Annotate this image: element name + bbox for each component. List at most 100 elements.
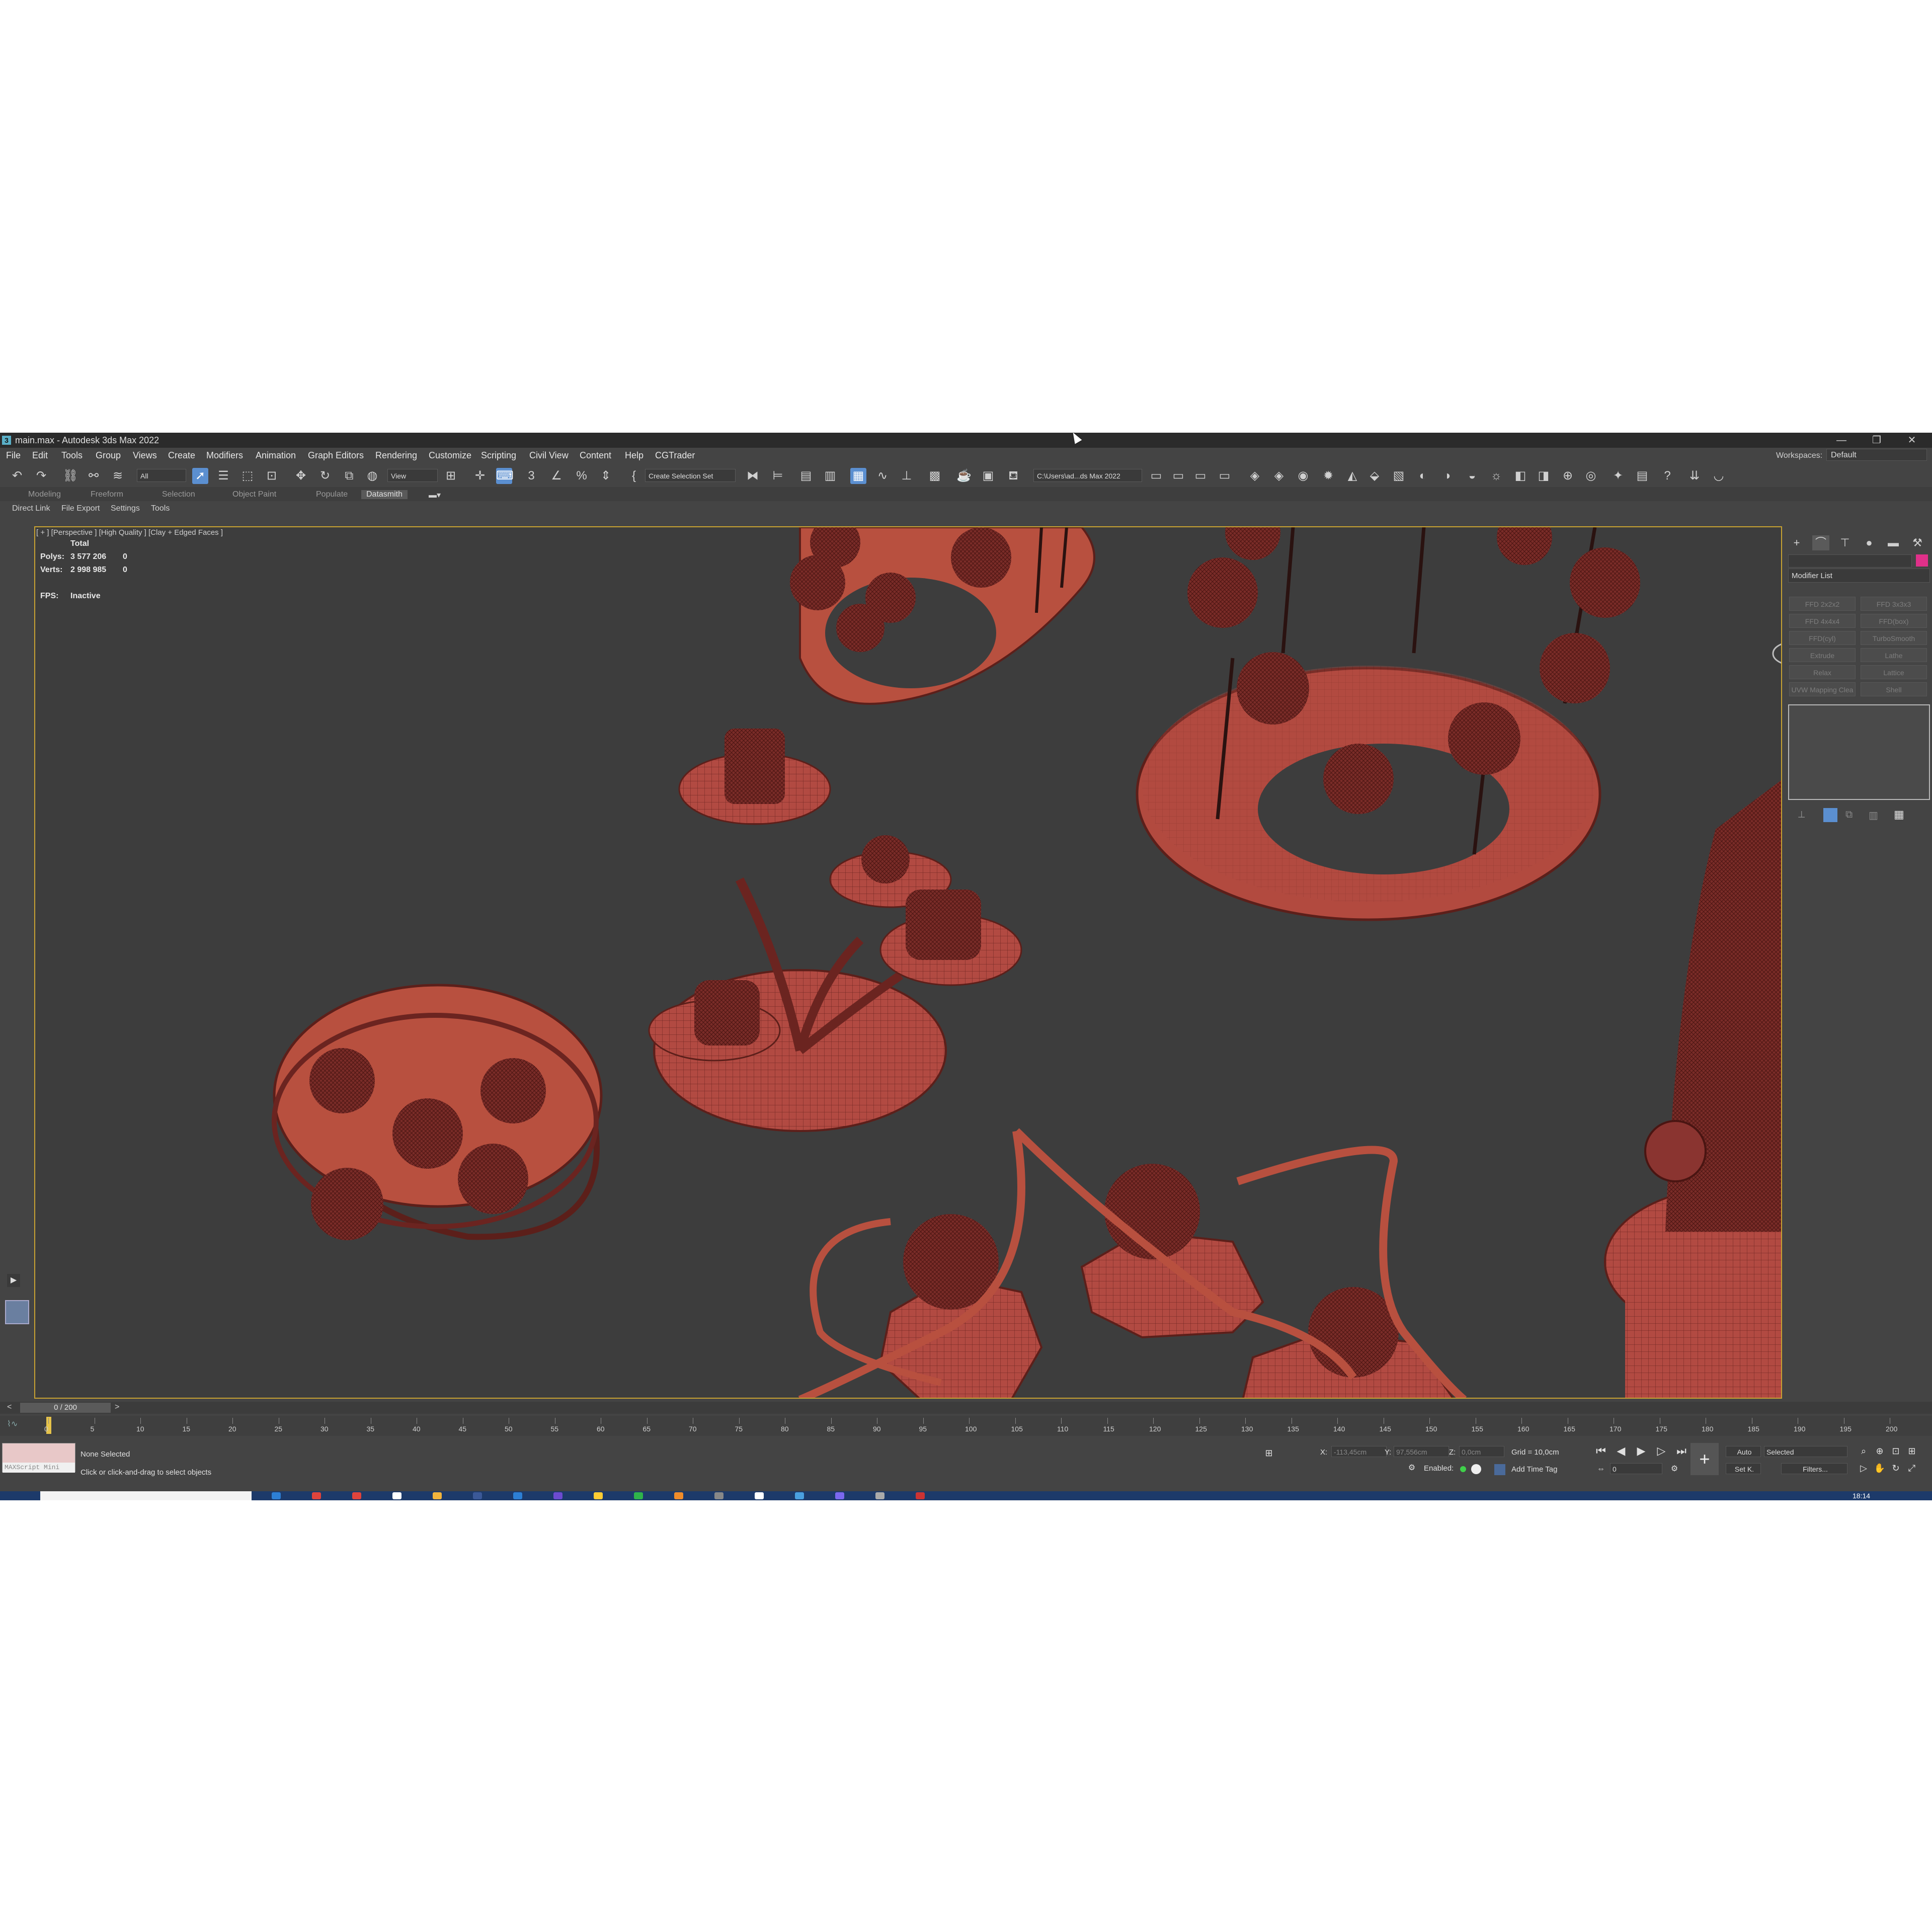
layer-explorer-icon[interactable]: ▥ — [822, 468, 838, 484]
plugin-tool-9-icon[interactable]: ◎ — [1583, 468, 1599, 484]
viewport-label[interactable]: [ + ] [Perspective ] [High Quality ] [Cl… — [36, 528, 223, 537]
time-slider-next-icon[interactable]: > — [115, 1403, 119, 1412]
expand-arrow-icon[interactable]: ▶ — [7, 1274, 20, 1287]
keyboard-shortcut-override-icon[interactable]: ⌨ — [496, 468, 514, 484]
play-icon[interactable]: ▶ — [1634, 1444, 1648, 1458]
menu-file[interactable]: File — [6, 450, 21, 461]
add-time-tag-label[interactable]: Add Time Tag — [1511, 1465, 1557, 1474]
ribbon-options-icon[interactable]: ▬▾ — [429, 490, 441, 500]
scene-explorer-icon[interactable]: ▤ — [798, 468, 814, 484]
taskbar-app-icon[interactable] — [714, 1492, 723, 1499]
key-mode-toggle-icon[interactable]: ⇔ — [1594, 1462, 1608, 1476]
taskbar-app-icon[interactable] — [473, 1492, 482, 1499]
plugin-tool-4-icon[interactable]: ◒ — [1464, 468, 1480, 484]
plugin-tool-3-icon[interactable]: ◑ — [1439, 468, 1455, 484]
menu-civil-view[interactable]: Civil View — [529, 450, 569, 461]
menu-animation[interactable]: Animation — [256, 450, 296, 461]
x-coordinate-field[interactable]: -113,45cm — [1331, 1446, 1387, 1457]
menu-tools[interactable]: Tools — [61, 450, 83, 461]
plugin-tool-7-icon[interactable]: ◨ — [1536, 468, 1552, 484]
taskbar-app-icon[interactable] — [312, 1492, 321, 1499]
set-key-button[interactable]: Set K. — [1726, 1463, 1761, 1474]
tools-button[interactable]: Tools — [151, 504, 170, 513]
container-icon[interactable]: ▭ — [1217, 468, 1233, 484]
settings-button[interactable]: Settings — [111, 504, 140, 513]
selection-filter-select[interactable]: All — [137, 469, 186, 482]
vray-icon[interactable]: ⬙ — [1366, 468, 1383, 484]
modifier-turbosmooth-button[interactable]: TurboSmooth — [1861, 631, 1927, 645]
bind-space-warp-icon[interactable]: ≋ — [110, 468, 126, 484]
show-end-result-icon[interactable] — [1823, 808, 1837, 822]
snaps-toggle-icon[interactable]: 3 — [523, 468, 539, 484]
schematic-view-icon[interactable]: ⊥ — [899, 468, 915, 484]
project-folder-select[interactable]: C:\Users\ad...ds Max 2022 — [1033, 469, 1142, 482]
modifier-ffd-4x4x4-button[interactable]: FFD 4x4x4 — [1789, 614, 1856, 628]
previous-frame-icon[interactable]: ◀ — [1614, 1444, 1628, 1458]
menu-group[interactable]: Group — [96, 450, 121, 461]
select-by-name-icon[interactable]: ☰ — [215, 468, 231, 484]
taskbar-app-icon[interactable] — [272, 1492, 281, 1499]
material-editor-icon[interactable]: ▩ — [927, 468, 943, 484]
modifier-uvw-mapping-button[interactable]: UVW Mapping Clea — [1789, 682, 1856, 696]
perspective-viewport[interactable] — [34, 526, 1782, 1399]
tab-datasmith[interactable]: Datasmith — [361, 490, 408, 499]
layers-icon[interactable]: ▭ — [1192, 468, 1209, 484]
plugin-tool-11-icon[interactable]: ▤ — [1634, 468, 1650, 484]
taskbar-app-icon[interactable] — [594, 1492, 603, 1499]
go-to-end-icon[interactable]: ⏭ — [1674, 1444, 1688, 1458]
time-slider-thumb[interactable]: 0 / 200 — [20, 1403, 111, 1413]
render-setup-icon[interactable]: ☕ — [956, 468, 972, 484]
rotate-icon[interactable]: ↻ — [317, 468, 333, 484]
maxscript-output[interactable] — [3, 1443, 75, 1463]
modifier-ffd-cyl-button[interactable]: FFD(cyl) — [1789, 631, 1856, 645]
adaptive-degradation-icon[interactable]: ⚙ — [1405, 1461, 1419, 1475]
rendered-frame-window-icon[interactable]: ▣ — [980, 468, 996, 484]
taskbar-app-icon[interactable] — [352, 1492, 361, 1499]
taskbar-app-icon[interactable] — [634, 1492, 643, 1499]
configure-modifier-sets-icon[interactable]: ▦ — [1894, 808, 1904, 821]
zoom-all-icon[interactable]: ⊕ — [1873, 1444, 1887, 1458]
modifier-ffd-box-button[interactable]: FFD(box) — [1861, 614, 1927, 628]
unlink-icon[interactable]: ⚯ — [86, 468, 102, 484]
modify-tab-icon[interactable]: ⌒ — [1812, 535, 1829, 550]
maxscript-mini-listener[interactable]: MAXScript Mini — [2, 1443, 75, 1473]
time-tag-toggle[interactable] — [1471, 1464, 1481, 1474]
taskbar-app-icon[interactable] — [553, 1492, 562, 1499]
percent-snap-icon[interactable]: % — [574, 468, 590, 484]
menu-views[interactable]: Views — [133, 450, 157, 461]
current-frame-field[interactable]: 0 — [1610, 1463, 1662, 1474]
named-selection-set-select[interactable]: Create Selection Set — [645, 469, 736, 482]
menu-graph-editors[interactable]: Graph Editors — [308, 450, 364, 461]
close-button[interactable]: ✕ — [1902, 434, 1922, 447]
pan-view-icon[interactable]: ✋ — [1873, 1461, 1887, 1475]
open-explorer-icon[interactable]: ▭ — [1148, 468, 1164, 484]
mirror-icon[interactable]: ⧓ — [745, 468, 761, 484]
remove-modifier-icon[interactable]: ▥ — [1869, 809, 1878, 822]
refresh-icon[interactable]: ◡ — [1711, 468, 1727, 484]
move-icon[interactable]: ✥ — [293, 468, 309, 484]
modifier-stack[interactable] — [1788, 704, 1930, 800]
enabled-indicator[interactable] — [1460, 1466, 1466, 1472]
plugin-tool-2-icon[interactable]: ◐ — [1415, 468, 1431, 484]
display-tab-icon[interactable]: ▬ — [1885, 535, 1902, 550]
go-to-start-icon[interactable]: ⏮ — [1594, 1444, 1608, 1458]
taskbar-app-icon[interactable] — [835, 1492, 844, 1499]
menu-content[interactable]: Content — [580, 450, 611, 461]
camera-tool-icon[interactable]: ◈ — [1247, 468, 1263, 484]
motion-tab-icon[interactable]: ● — [1861, 535, 1878, 550]
taskbar-app-icon[interactable] — [392, 1492, 401, 1499]
zoom-extents-icon[interactable]: ⊡ — [1889, 1444, 1903, 1458]
physical-camera-icon[interactable]: ◈ — [1271, 468, 1287, 484]
maxscript-input[interactable]: MAXScript Mini — [3, 1463, 75, 1473]
spinner-snap-icon[interactable]: ⇕ — [598, 468, 614, 484]
edit-named-selection-icon[interactable]: { — [626, 468, 642, 484]
minimize-button[interactable]: — — [1831, 434, 1852, 447]
scene-states-icon[interactable]: ▭ — [1170, 468, 1186, 484]
plugin-tool-5-icon[interactable]: ☼ — [1488, 468, 1504, 484]
set-key-icon[interactable]: + — [1691, 1443, 1719, 1475]
curve-editor-icon[interactable]: ∿ — [874, 468, 891, 484]
rectangular-selection-icon[interactable]: ⬚ — [239, 468, 256, 484]
download-icon[interactable]: ⇊ — [1686, 468, 1703, 484]
arnold-icon[interactable]: ◭ — [1344, 468, 1360, 484]
tab-object-paint[interactable]: Object Paint — [232, 490, 276, 499]
